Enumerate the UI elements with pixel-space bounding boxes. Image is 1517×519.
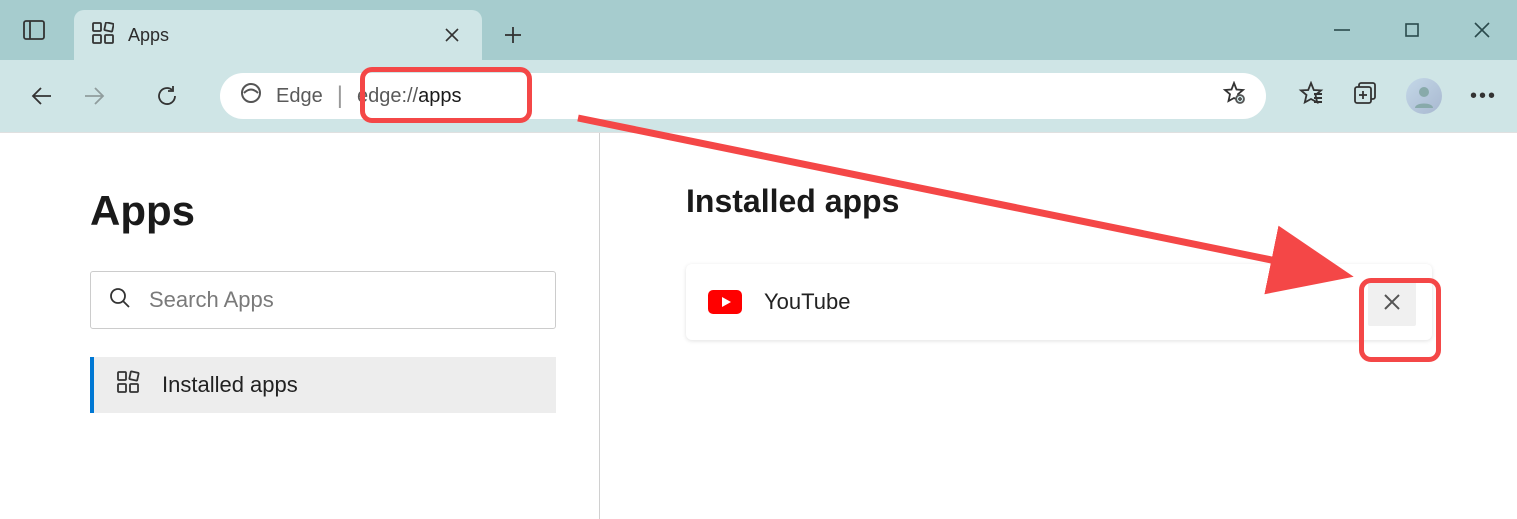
- edge-logo-icon: [240, 82, 262, 110]
- close-window-button[interactable]: [1447, 0, 1517, 60]
- browser-toolbar: Edge | edge://apps •••: [0, 60, 1517, 132]
- profile-avatar[interactable]: [1406, 78, 1442, 114]
- sidebar: Apps Installed apps: [0, 133, 600, 519]
- tab-actions-button[interactable]: [0, 0, 68, 60]
- apps-icon: [92, 22, 114, 49]
- browser-tab[interactable]: Apps: [74, 10, 482, 60]
- content: Apps Installed apps Installed apps YouTu…: [0, 132, 1517, 519]
- address-divider: |: [337, 84, 343, 108]
- address-label: Edge: [276, 85, 323, 108]
- nav-installed-apps[interactable]: Installed apps: [90, 357, 556, 413]
- new-tab-button[interactable]: [488, 10, 538, 60]
- window-controls: [1307, 0, 1517, 60]
- favorites-icon[interactable]: [1298, 81, 1324, 112]
- youtube-icon: [708, 290, 742, 314]
- main-panel: Installed apps YouTube: [600, 133, 1517, 519]
- app-name: YouTube: [764, 289, 1346, 315]
- toolbar-right: •••: [1278, 78, 1497, 114]
- section-heading: Installed apps: [686, 183, 1457, 220]
- more-menu-button[interactable]: •••: [1470, 85, 1497, 108]
- favorite-add-icon[interactable]: [1222, 81, 1246, 111]
- search-apps-input[interactable]: [149, 287, 537, 313]
- close-tab-button[interactable]: [438, 21, 466, 49]
- remove-app-button[interactable]: [1368, 278, 1416, 326]
- refresh-button[interactable]: [146, 75, 188, 117]
- maximize-button[interactable]: [1377, 0, 1447, 60]
- back-button[interactable]: [20, 75, 62, 117]
- tab-title: Apps: [128, 25, 424, 46]
- nav-item-label: Installed apps: [162, 372, 298, 398]
- titlebar: Apps: [0, 0, 1517, 60]
- app-card-youtube[interactable]: YouTube: [686, 264, 1432, 340]
- apps-grid-icon: [116, 370, 140, 400]
- address-bar[interactable]: Edge | edge://apps: [220, 73, 1266, 119]
- forward-button[interactable]: [74, 75, 116, 117]
- address-url: edge://apps: [357, 85, 462, 108]
- search-icon: [109, 287, 131, 314]
- minimize-button[interactable]: [1307, 0, 1377, 60]
- page-title: Apps: [90, 187, 559, 235]
- collections-icon[interactable]: [1352, 81, 1378, 112]
- search-apps-box[interactable]: [90, 271, 556, 329]
